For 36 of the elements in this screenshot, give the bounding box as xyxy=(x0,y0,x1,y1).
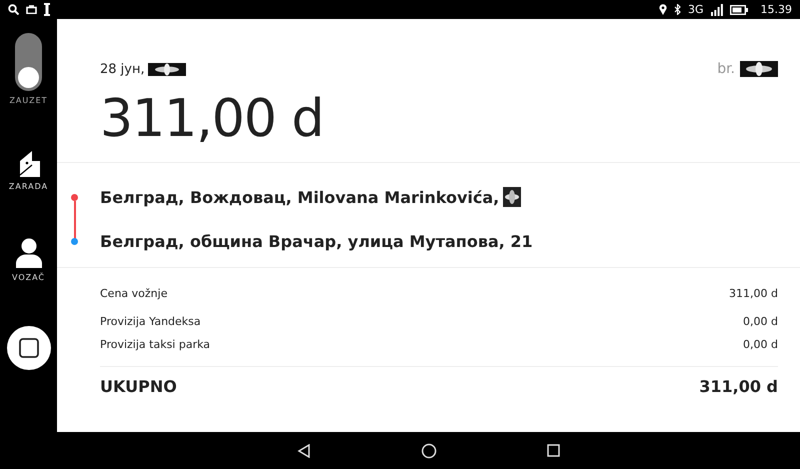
driver-tab[interactable]: VOZAČ xyxy=(12,238,46,282)
clock: 15.39 xyxy=(760,3,792,16)
address: Белград, община Врачар, улица Мутапова, 21 xyxy=(100,232,533,250)
square-button[interactable] xyxy=(6,326,50,370)
signal-icon xyxy=(710,4,722,16)
recents-icon[interactable] xyxy=(547,444,560,457)
fee-label: Cena vožnje xyxy=(100,286,168,300)
home-icon[interactable] xyxy=(421,442,437,458)
fee-label: Provizija Yandeksa xyxy=(100,315,201,328)
redacted-icon xyxy=(503,187,522,207)
total-label: UKUPNO xyxy=(100,377,177,396)
toggle-label: ZAUZET xyxy=(9,96,48,105)
total-value: 311,00 d xyxy=(699,377,778,396)
location-icon xyxy=(658,4,667,15)
back-icon[interactable] xyxy=(297,444,311,458)
fee-value: 0,00 d xyxy=(743,338,778,351)
redacted-icon xyxy=(148,62,186,76)
toggle-switch[interactable] xyxy=(15,33,42,91)
screen-icon xyxy=(26,5,37,14)
address: Белград, Вождовац, Milovana Marinkovića, xyxy=(100,188,500,206)
fee-value: 311,00 d xyxy=(729,286,778,300)
fee-value: 0,00 d xyxy=(743,315,778,328)
battery-icon xyxy=(730,4,748,14)
bluetooth-icon xyxy=(674,4,681,15)
redacted-icon xyxy=(740,61,778,77)
wallet-icon xyxy=(18,151,40,177)
fee-label: Provizija taksi parka xyxy=(100,338,210,351)
order-number-label: br. xyxy=(717,61,735,77)
order-amount: 311,00 d xyxy=(100,89,324,149)
network-type: 3G xyxy=(688,3,704,16)
cursor-icon xyxy=(44,3,50,16)
order-date: 28 јун, xyxy=(100,62,145,76)
person-icon xyxy=(16,238,42,268)
square-icon xyxy=(18,338,38,358)
search-icon xyxy=(8,4,19,15)
earnings-tab[interactable]: ZARADA xyxy=(8,151,48,191)
